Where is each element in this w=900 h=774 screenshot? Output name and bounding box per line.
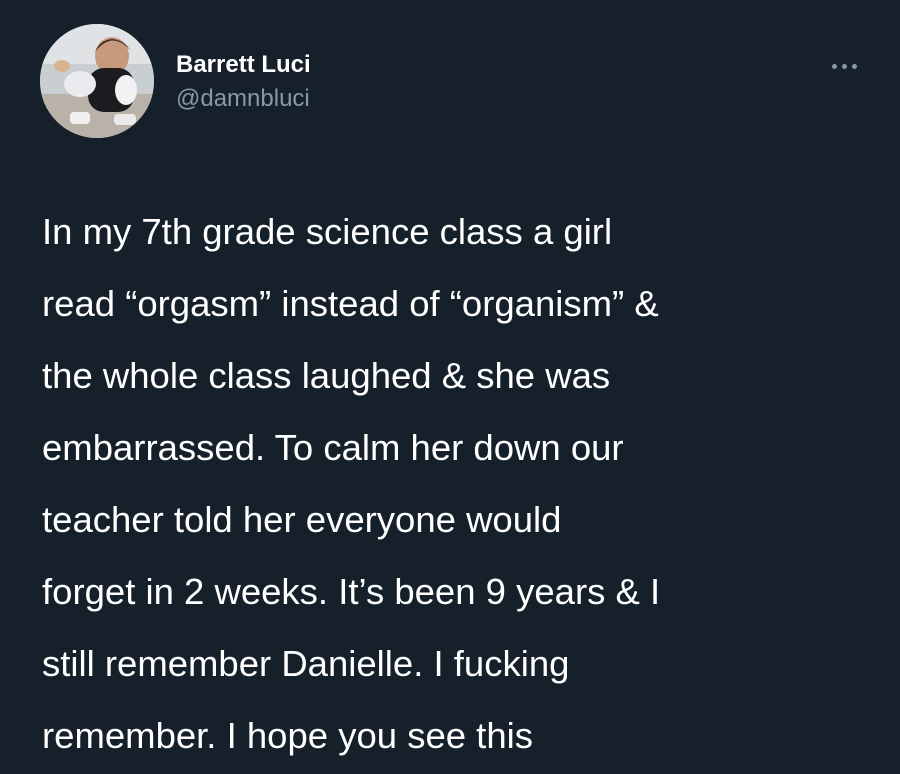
tweet-text: In my 7th grade science class a girl rea… xyxy=(42,196,872,772)
more-horizontal-icon xyxy=(851,63,857,69)
tweet-text-line: forget in 2 weeks. It’s been 9 years & I xyxy=(42,571,661,612)
avatar-photo xyxy=(40,24,154,138)
tweet-text-line: remember. I hope you see this xyxy=(42,715,533,756)
avatar[interactable] xyxy=(40,24,154,138)
tweet-text-line: read “orgasm” instead of “organism” & xyxy=(42,283,659,324)
tweet-text-line: In my 7th grade science class a girl xyxy=(42,211,613,252)
author-handle[interactable]: @damnbluci xyxy=(176,84,311,114)
tweet-card: Barrett Luci @damnbluci In my 7th grade … xyxy=(0,0,900,774)
more-horizontal-icon xyxy=(841,63,847,69)
author-display-name[interactable]: Barrett Luci xyxy=(176,50,311,80)
tweet-text-line: still remember Danielle. I fucking xyxy=(42,643,570,684)
tweet-text-line: embarrassed. To calm her down our xyxy=(42,427,624,468)
more-options-button[interactable] xyxy=(824,52,864,80)
tweet-text-line: the whole class laughed & she was xyxy=(42,355,611,396)
tweet-text-line: teacher told her everyone would xyxy=(42,499,562,540)
author-block: Barrett Luci @damnbluci xyxy=(176,50,311,114)
more-horizontal-icon xyxy=(831,63,837,69)
